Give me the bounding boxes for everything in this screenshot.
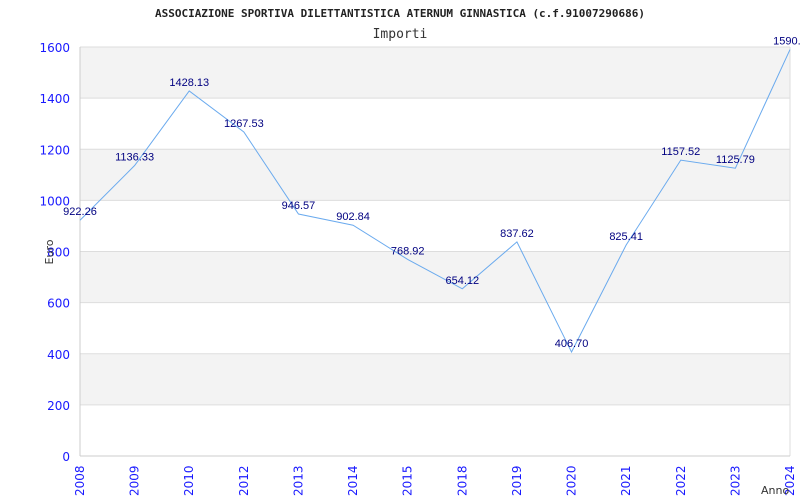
x-tick-label: 2013 [291,465,305,496]
x-tick-label: 2008 [73,465,87,496]
y-tick-label: 400 [47,348,70,362]
x-tick-label: 2018 [455,465,469,496]
data-label: 1125.79 [716,154,755,166]
y-tick-label: 1400 [39,92,70,106]
background-band [80,98,790,150]
x-tick-label: 2021 [619,465,633,496]
y-axis-label: Euro [43,239,56,264]
x-tick-label: 2010 [182,465,196,496]
x-tick-label: 2019 [510,465,524,496]
x-tick-label: 2022 [674,465,688,496]
data-label: 768.92 [391,245,425,257]
data-label: 922.26 [63,206,97,218]
y-tick-label: 600 [47,297,70,311]
data-label: 902.84 [336,211,370,223]
data-label: 946.57 [282,200,316,212]
x-tick-label: 2009 [128,465,142,496]
background-band [80,404,790,456]
data-label: 1136.33 [115,152,154,164]
x-tick-label: 2020 [565,465,579,496]
data-label: 825.41 [609,231,643,243]
data-label: 654.12 [445,275,479,287]
line-chart: ASSOCIAZIONE SPORTIVA DILETTANTISTICA AT… [39,7,800,497]
background-band [80,200,790,252]
background-band [80,251,790,303]
y-tick-label: 0 [62,450,70,464]
data-label: 1157.52 [661,146,700,158]
x-tick-label: 2014 [346,465,360,496]
x-tick-label: 2015 [401,465,415,496]
y-tick-label: 200 [47,399,70,413]
y-tick-label: 1200 [39,143,70,157]
background-band [80,47,790,99]
data-label: 1428.13 [169,77,209,89]
data-label: 1267.53 [224,118,264,130]
data-label: 1590.1 [773,36,800,48]
chart-title: ASSOCIAZIONE SPORTIVA DILETTANTISTICA AT… [155,7,645,20]
x-tick-label: 2012 [237,465,251,496]
data-label: 837.62 [500,228,534,240]
data-label: 406.70 [555,338,589,350]
x-tick-label: 2023 [728,465,742,496]
background-band [80,302,790,354]
chart-subtitle: Importi [373,27,428,42]
background-band [80,353,790,405]
x-axis-label: Anno [761,484,789,497]
y-tick-label: 1600 [39,41,70,55]
